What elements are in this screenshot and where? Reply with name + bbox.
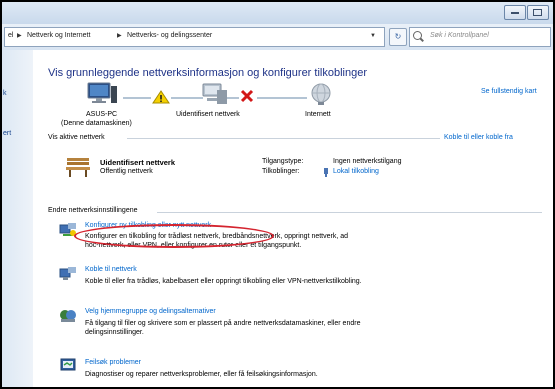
map-connection-lines-2 xyxy=(227,97,307,99)
connections-label: Tilkoblinger: xyxy=(262,168,300,175)
computer-description: (Denne datamaskinen) xyxy=(61,120,132,127)
computer-icon xyxy=(87,82,117,103)
setting-description: delingsinnstillinger. xyxy=(85,329,144,336)
title-bar xyxy=(2,2,553,24)
homegroup-icon xyxy=(60,310,76,322)
setting-description: Koble til eller fra trådløs, kabelbasert… xyxy=(85,278,362,285)
main-content: Vis grunnleggende nettverksinformasjon o… xyxy=(33,50,553,387)
breadcrumb-network-sharing-center[interactable]: Nettverks- og delingssenter xyxy=(127,32,212,39)
computer-name: ASUS-PC xyxy=(86,111,118,118)
ethernet-icon xyxy=(324,168,328,177)
search-icon xyxy=(413,31,422,40)
setting-description: Diagnostiser og reparer nettverksproblem… xyxy=(85,371,318,378)
address-row: el ▶ Nettverk og Internett ▶ Nettverks- … xyxy=(2,24,553,50)
breadcrumb-separator-icon[interactable]: ▶ xyxy=(17,32,22,39)
leftnav-item[interactable]: ert xyxy=(3,130,11,137)
minimize-icon xyxy=(511,12,519,14)
active-networks-title: Vis aktive nettverk xyxy=(48,134,105,141)
page-title: Vis grunnleggende nettverksinformasjon o… xyxy=(48,67,367,79)
full-map-link[interactable]: Se fullstendig kart xyxy=(481,88,537,95)
internet-globe-icon xyxy=(311,83,331,105)
minimize-button[interactable] xyxy=(504,5,526,20)
active-network-type: Offentlig nettverk xyxy=(100,168,153,175)
search-box[interactable]: Søk i Kontrollpanel xyxy=(409,27,551,47)
local-connection-link[interactable]: Lokal tilkobling xyxy=(333,168,379,175)
window: el ▶ Nettverk og Internett ▶ Nettverks- … xyxy=(0,0,555,389)
address-dropdown-icon[interactable]: ▼ xyxy=(370,33,376,39)
connect-network-icon xyxy=(59,267,76,280)
internet-label: Internett xyxy=(305,111,331,118)
access-type-label: Tilgangstype: xyxy=(262,158,304,165)
homegroup-sharing-link[interactable]: Velg hjemmegruppe og delingsalternativer xyxy=(85,308,216,315)
connect-disconnect-link[interactable]: Koble til eller koble fra xyxy=(444,134,513,141)
troubleshoot-icon xyxy=(60,358,76,371)
breadcrumb-separator-icon[interactable]: ▶ xyxy=(117,32,122,39)
setting-description: Få tilgang til filer og skrivere som er … xyxy=(85,320,361,327)
refresh-icon: ↻ xyxy=(394,32,402,41)
bench-icon xyxy=(66,158,90,177)
leftnav-item[interactable]: k xyxy=(3,90,7,97)
search-input[interactable]: Søk i Kontrollpanel xyxy=(430,32,489,39)
section-divider xyxy=(127,138,440,139)
breadcrumb-prev[interactable]: el xyxy=(8,32,13,39)
section-divider xyxy=(157,212,542,213)
network-label: Uidentifisert nettverk xyxy=(176,111,240,118)
left-navigation-pane: k ert xyxy=(2,50,34,387)
breadcrumb-network-internet[interactable]: Nettverk og Internett xyxy=(27,32,90,39)
highlight-ring xyxy=(74,224,274,248)
connect-to-network-link[interactable]: Koble til nettverk xyxy=(85,266,137,273)
window-controls xyxy=(503,5,549,20)
unidentified-network-icon xyxy=(202,83,227,104)
access-type-value: Ingen nettverkstilgang xyxy=(333,158,402,165)
change-settings-title: Endre nettverksinnstillingene xyxy=(48,207,138,214)
restore-button[interactable] xyxy=(527,5,549,20)
refresh-button[interactable]: ↻ xyxy=(389,28,407,46)
address-bar[interactable]: el ▶ Nettverk og Internett ▶ Nettverks- … xyxy=(4,27,385,47)
restore-icon xyxy=(533,9,542,16)
troubleshoot-link[interactable]: Feilsøk problemer xyxy=(85,359,141,366)
active-network-name: Uidentifisert nettverk xyxy=(100,158,176,167)
